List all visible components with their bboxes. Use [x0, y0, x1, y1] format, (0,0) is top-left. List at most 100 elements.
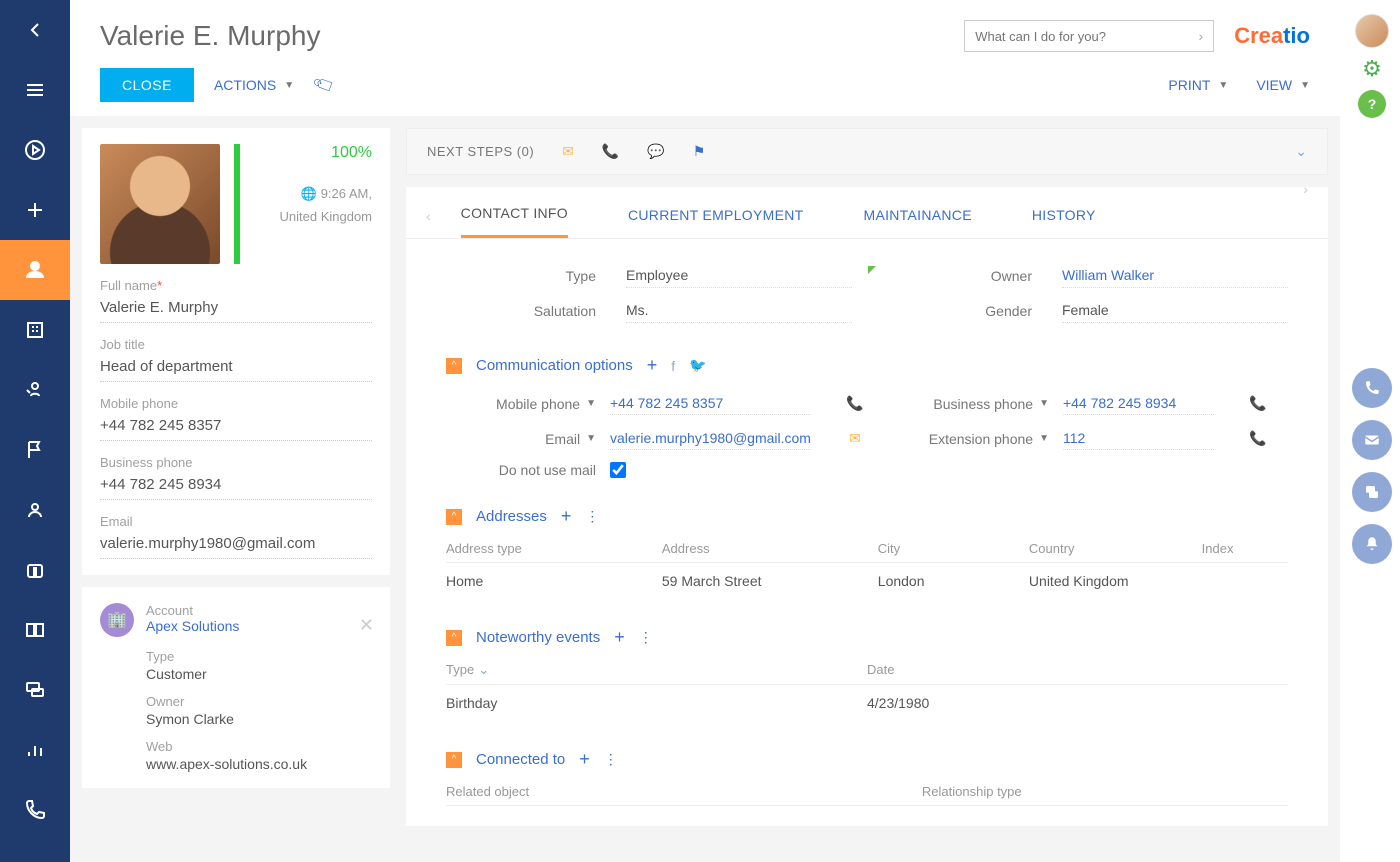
comm-email-label[interactable]: Email▼: [446, 431, 596, 447]
flag-task-icon[interactable]: ⚑: [693, 143, 706, 160]
gear-icon[interactable]: ⚙: [1362, 56, 1382, 82]
tab-maintainance[interactable]: MAINTAINANCE: [863, 207, 971, 237]
gender-field[interactable]: Female: [1062, 298, 1288, 323]
email-input[interactable]: valerie.murphy1980@gmail.com: [100, 529, 372, 559]
tab-scroll-right[interactable]: ›: [1303, 181, 1308, 197]
profile-card: 100% 🌐9:26 AM, United Kingdom Full name*…: [82, 128, 390, 575]
owner-field[interactable]: William Walker: [1062, 263, 1288, 288]
add-communication-button[interactable]: +: [647, 355, 658, 376]
add-address-button[interactable]: +: [561, 506, 572, 527]
tabs-row: ‹ CONTACT INFO CURRENT EMPLOYMENT MAINTA…: [406, 187, 1328, 239]
mobile-input[interactable]: +44 782 245 8357: [100, 411, 372, 441]
facebook-icon[interactable]: f: [671, 358, 675, 374]
search-go-icon[interactable]: ›: [1199, 28, 1204, 44]
mail-icon[interactable]: ✉: [825, 430, 885, 447]
contact-photo[interactable]: [100, 144, 220, 264]
phone-icon[interactable]: 📞: [825, 395, 885, 412]
nav-menu-icon[interactable]: [0, 60, 70, 120]
business-phone-field[interactable]: +44 782 245 8934: [1063, 392, 1214, 415]
salutation-field[interactable]: Ms.: [626, 298, 852, 323]
communication-section: ^ Communication options + f 🐦 Mobile pho…: [406, 347, 1328, 498]
connected-section: ^ Connected to + ⋮ Related objectRelatio…: [406, 741, 1328, 826]
account-type-label: Type: [146, 649, 372, 664]
nav-flag-icon[interactable]: [0, 420, 70, 480]
close-button[interactable]: CLOSE: [100, 68, 194, 102]
actions-dropdown[interactable]: ACTIONS▼: [214, 77, 294, 93]
do-not-mail-checkbox[interactable]: [610, 462, 626, 478]
mobile-phone-label[interactable]: Mobile phone▼: [446, 396, 596, 412]
help-icon[interactable]: ?: [1358, 90, 1386, 118]
contact-info-form: Type Employee Owner William Walker Salut…: [406, 239, 1328, 347]
ext-phone-field[interactable]: 112: [1063, 427, 1214, 450]
cti-phone-icon[interactable]: [1352, 368, 1392, 408]
account-link[interactable]: Apex Solutions: [146, 618, 239, 634]
account-owner-label: Owner: [146, 694, 372, 709]
globe-icon: 🌐: [301, 186, 317, 201]
add-event-button[interactable]: +: [614, 627, 625, 648]
nav-chat-icon[interactable]: [0, 660, 70, 720]
ext-phone-label[interactable]: Extension phone▼: [899, 431, 1049, 447]
account-web-value[interactable]: www.apex-solutions.co.uk: [146, 756, 372, 772]
add-connection-button[interactable]: +: [579, 749, 590, 770]
tab-contact-info[interactable]: CONTACT INFO: [461, 205, 568, 238]
nav-play-icon[interactable]: [0, 120, 70, 180]
section-menu-icon[interactable]: ⋮: [639, 629, 653, 646]
type-field[interactable]: Employee: [626, 263, 852, 288]
tag-icon[interactable]: 🏷: [311, 72, 338, 99]
nav-back-icon[interactable]: [0, 0, 70, 60]
twitter-icon[interactable]: 🐦: [689, 357, 706, 374]
nav-accounts-icon[interactable]: [0, 300, 70, 360]
print-dropdown[interactable]: PRINT▼: [1168, 77, 1228, 93]
job-title-input[interactable]: Head of department: [100, 352, 372, 382]
mobile-phone-field[interactable]: +44 782 245 8357: [610, 392, 811, 415]
cti-feed-icon[interactable]: [1352, 472, 1392, 512]
nav-contacts-icon[interactable]: [0, 240, 70, 300]
account-web-label: Web: [146, 739, 372, 754]
chevron-down-icon[interactable]: ⌄: [1295, 143, 1307, 160]
address-row[interactable]: Home59 March StreetLondonUnited Kingdom: [446, 563, 1288, 599]
nav-book-icon[interactable]: [0, 600, 70, 660]
nav-add-icon[interactable]: [0, 180, 70, 240]
business-input[interactable]: +44 782 245 8934: [100, 470, 372, 500]
section-toggle-icon[interactable]: ^: [446, 752, 462, 768]
nav-user-icon[interactable]: [0, 480, 70, 540]
salutation-label: Salutation: [446, 303, 596, 319]
page-header: Valerie E. Murphy › Creatio CLOSE ACTION…: [70, 0, 1340, 116]
current-user-avatar[interactable]: [1355, 14, 1389, 48]
view-dropdown[interactable]: VIEW▼: [1256, 77, 1310, 93]
account-type-value: Customer: [146, 666, 372, 682]
business-label: Business phone: [100, 455, 372, 470]
global-search-input[interactable]: [975, 29, 1198, 44]
global-search[interactable]: ›: [964, 20, 1214, 52]
nav-alert-icon[interactable]: [0, 540, 70, 600]
cti-mail-icon[interactable]: [1352, 420, 1392, 460]
tab-current-employment[interactable]: CURRENT EMPLOYMENT: [628, 207, 804, 237]
section-toggle-icon[interactable]: ^: [446, 358, 462, 374]
full-name-input[interactable]: Valerie E. Murphy: [100, 293, 372, 323]
email-icon[interactable]: ✉: [562, 143, 574, 160]
task-icon[interactable]: 💬: [647, 143, 664, 160]
call-icon[interactable]: 📞: [602, 143, 619, 160]
nav-chart-icon[interactable]: [0, 720, 70, 780]
nav-leads-icon[interactable]: [0, 360, 70, 420]
page-title: Valerie E. Murphy: [100, 20, 320, 52]
nav-phone-icon[interactable]: [0, 780, 70, 840]
comm-email-field[interactable]: valerie.murphy1980@gmail.com: [610, 427, 811, 450]
tab-scroll-left[interactable]: ‹: [426, 208, 431, 224]
connected-title: Connected to: [476, 751, 565, 768]
phone-icon[interactable]: 📞: [1228, 430, 1288, 447]
cti-bell-icon[interactable]: [1352, 524, 1392, 564]
left-sidebar: [0, 0, 70, 862]
account-owner-link[interactable]: Symon Clarke: [146, 711, 372, 727]
section-toggle-icon[interactable]: ^: [446, 630, 462, 646]
gender-label: Gender: [882, 303, 1032, 319]
section-menu-icon[interactable]: ⋮: [585, 508, 599, 525]
chevron-down-icon[interactable]: ⌄: [478, 662, 489, 677]
section-menu-icon[interactable]: ⋮: [604, 751, 618, 768]
phone-icon[interactable]: 📞: [1228, 395, 1288, 412]
section-toggle-icon[interactable]: ^: [446, 509, 462, 525]
tab-history[interactable]: HISTORY: [1032, 207, 1096, 237]
business-phone-label[interactable]: Business phone▼: [899, 396, 1049, 412]
event-row[interactable]: Birthday4/23/1980: [446, 685, 1288, 721]
close-icon[interactable]: ✕: [359, 615, 374, 636]
